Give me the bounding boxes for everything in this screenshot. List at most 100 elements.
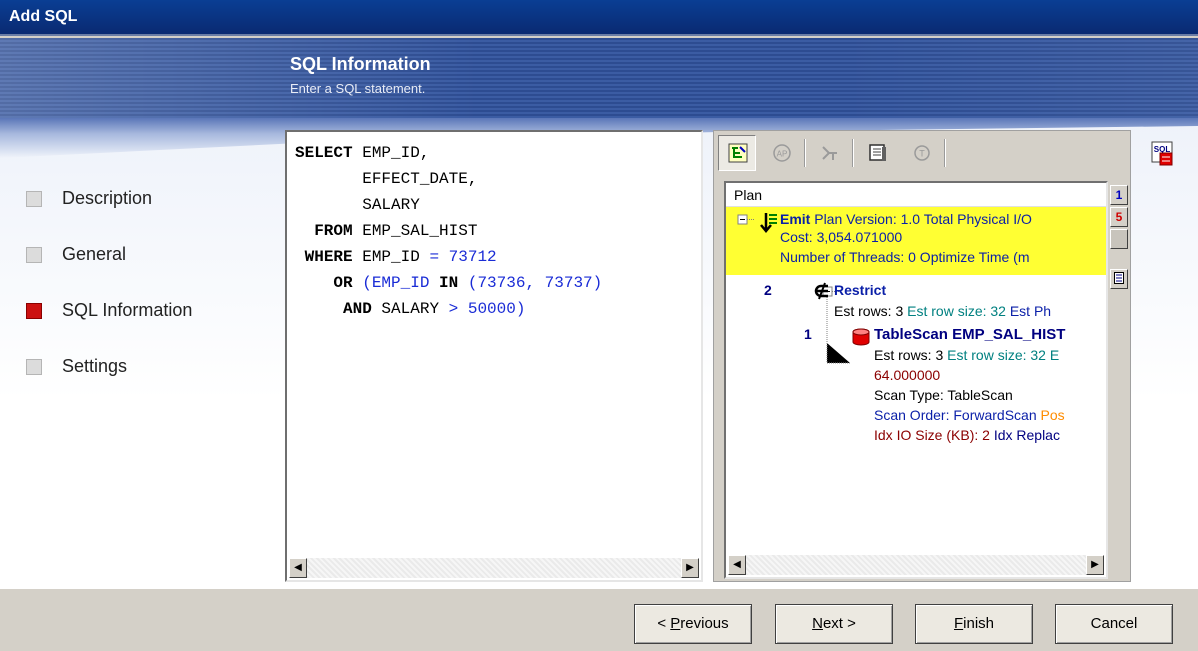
btn-mnemonic: N bbox=[812, 615, 823, 632]
sql-keyword: IN bbox=[439, 274, 459, 292]
order-button-1[interactable]: 1 bbox=[1110, 185, 1128, 205]
sql-token: EMP_ID bbox=[352, 248, 420, 266]
idx-replace-text: Idx Replac bbox=[989, 427, 1060, 443]
emit-line1: Emit Plan Version: 1.0 Total Physical I/… bbox=[780, 211, 1032, 227]
statistics-icon bbox=[868, 143, 888, 163]
btn-text: revious bbox=[680, 615, 729, 632]
scroll-right-arrow-icon[interactable]: ▶ bbox=[1086, 555, 1104, 575]
tablescan-est-row-size: Est row size: 32 E bbox=[943, 347, 1060, 363]
scan-order-text: Scan Order: ForwardScan bbox=[874, 407, 1037, 423]
plan-horizontal-scrollbar[interactable]: ◀ ▶ bbox=[728, 555, 1104, 575]
finish-button[interactable]: Finish bbox=[915, 604, 1033, 644]
sql-editor[interactable]: SELECT EMP_ID, EFFECT_DATE, SALARY FROM … bbox=[285, 130, 703, 582]
idx-io-text: Idx IO Size (KB): 2 bbox=[874, 427, 990, 443]
emit-label: Emit bbox=[780, 211, 811, 227]
scan-pos-text: Pos bbox=[1036, 407, 1065, 423]
wizard-header: SQL Information Enter a SQL statement. bbox=[0, 38, 1198, 118]
sql-token: SALARY bbox=[362, 196, 420, 214]
ap-icon: AP bbox=[772, 143, 792, 163]
emit-icon bbox=[757, 211, 779, 235]
index-icon bbox=[820, 143, 840, 163]
restrict-icon bbox=[812, 281, 832, 301]
btn-mnemonic: F bbox=[953, 615, 964, 632]
sql-keyword: WHERE bbox=[304, 248, 353, 266]
plan-tree-button[interactable] bbox=[718, 135, 756, 171]
step-general[interactable]: General bbox=[26, 244, 246, 268]
step-settings[interactable]: Settings bbox=[26, 356, 246, 380]
restrict-node-number: 2 bbox=[764, 282, 772, 298]
btn-mnemonic: P bbox=[670, 615, 681, 632]
svg-text:T: T bbox=[919, 149, 925, 159]
tablescan-scan-order: Scan Order: ForwardScan Pos bbox=[874, 407, 1065, 423]
tablescan-est: Est rows: 3 Est row size: 32 E bbox=[874, 347, 1059, 363]
emit-info: Plan Version: 1.0 Total Physical I/O bbox=[810, 211, 1032, 227]
sql-keyword: FROM bbox=[314, 222, 353, 240]
disabled-order-button bbox=[1110, 229, 1128, 249]
step-indicator bbox=[26, 191, 42, 207]
emit-threads: Number of Threads: 0 Optimize Time (m bbox=[780, 249, 1030, 265]
btn-text: < bbox=[657, 615, 671, 632]
tablescan-label: TableScan EMP_SAL_HIST bbox=[874, 326, 1066, 343]
tablescan-cost: 64.000000 bbox=[874, 367, 941, 383]
trace-icon: T bbox=[912, 143, 932, 163]
plan-tree[interactable]: Plan Emit Plan Version: 1.0 Total Physic… bbox=[724, 181, 1108, 579]
restrict-info: Est rows: 3 Est row size: 32 Est Ph bbox=[834, 303, 1051, 319]
step-indicator bbox=[26, 247, 42, 263]
scroll-track[interactable] bbox=[746, 555, 1086, 575]
restrict-est-rows: Est rows: 3 bbox=[834, 303, 904, 319]
sql-keyword: SELECT bbox=[295, 144, 353, 162]
database-table-icon bbox=[850, 326, 872, 348]
window-title: Add SQL bbox=[9, 8, 78, 25]
wizard-footer: < Previous Next > Finish Cancel bbox=[0, 588, 1198, 651]
restrict-est-ph: Est Ph bbox=[1005, 303, 1052, 319]
svg-text:AP: AP bbox=[777, 150, 788, 159]
order-button-5[interactable]: 5 bbox=[1110, 207, 1128, 227]
btn-text: inish bbox=[963, 615, 995, 632]
restrict-est-row-size: Est row size: 32 bbox=[903, 303, 1006, 319]
scroll-right-arrow-icon[interactable]: ▶ bbox=[681, 558, 699, 578]
step-sql-information[interactable]: SQL Information bbox=[26, 300, 246, 324]
step-description[interactable]: Description bbox=[26, 188, 246, 212]
sql-literal: (EMP_ID bbox=[352, 274, 440, 292]
scroll-left-arrow-icon[interactable]: ◀ bbox=[289, 558, 307, 578]
tablescan-node-number: 1 bbox=[804, 326, 812, 342]
sql-horizontal-scrollbar[interactable]: ◀ ▶ bbox=[289, 558, 699, 578]
sql-icon[interactable]: SQL bbox=[1150, 140, 1178, 168]
trace-button[interactable]: T bbox=[902, 135, 940, 171]
tablescan-scan-type: Scan Type: TableScan bbox=[874, 387, 1013, 403]
plan-column-header: Plan bbox=[726, 183, 1106, 207]
sql-text[interactable]: SELECT EMP_ID, EFFECT_DATE, SALARY FROM … bbox=[295, 140, 602, 322]
step-label: SQL Information bbox=[62, 300, 193, 320]
details-icon bbox=[1114, 272, 1124, 284]
step-label: General bbox=[62, 244, 127, 264]
sql-token: SALARY bbox=[371, 300, 440, 318]
tablescan-est-rows: Est rows: 3 bbox=[874, 347, 944, 363]
scroll-track[interactable] bbox=[307, 558, 681, 578]
scroll-left-arrow-icon[interactable]: ◀ bbox=[728, 555, 746, 575]
step-label: Settings bbox=[62, 356, 128, 376]
sql-token: EMP_ID, bbox=[352, 144, 430, 162]
title-bar: Add SQL bbox=[0, 0, 1198, 36]
sql-keyword: OR bbox=[333, 274, 353, 292]
statistics-button[interactable] bbox=[858, 135, 896, 171]
step-indicator-active bbox=[26, 303, 42, 319]
header-subtitle: Enter a SQL statement. bbox=[290, 81, 426, 96]
sql-token: EFFECT_DATE, bbox=[362, 170, 478, 188]
plan-viewer: AP T Plan Emit Plan Version: 1.0 Total P… bbox=[713, 130, 1131, 582]
next-button[interactable]: Next > bbox=[775, 604, 893, 644]
restrict-label: Restrict bbox=[834, 282, 887, 298]
cancel-button[interactable]: Cancel bbox=[1055, 604, 1173, 644]
sql-keyword: AND bbox=[343, 300, 372, 318]
ap-button[interactable]: AP bbox=[762, 135, 800, 171]
index-button[interactable] bbox=[810, 135, 848, 171]
details-button[interactable] bbox=[1110, 269, 1128, 289]
step-label: Description bbox=[62, 188, 153, 208]
previous-button[interactable]: < Previous bbox=[634, 604, 752, 644]
sql-token: EMP_SAL_HIST bbox=[352, 222, 478, 240]
plan-tree-icon bbox=[728, 143, 748, 163]
btn-text: ext > bbox=[822, 615, 856, 632]
sql-literal: (73736, 73737) bbox=[458, 274, 603, 292]
emit-cost: Cost: 3,054.071000 bbox=[780, 229, 903, 245]
tablescan-idx: Idx IO Size (KB): 2 Idx Replac bbox=[874, 427, 1060, 443]
sql-literal: > 50000) bbox=[439, 300, 526, 318]
